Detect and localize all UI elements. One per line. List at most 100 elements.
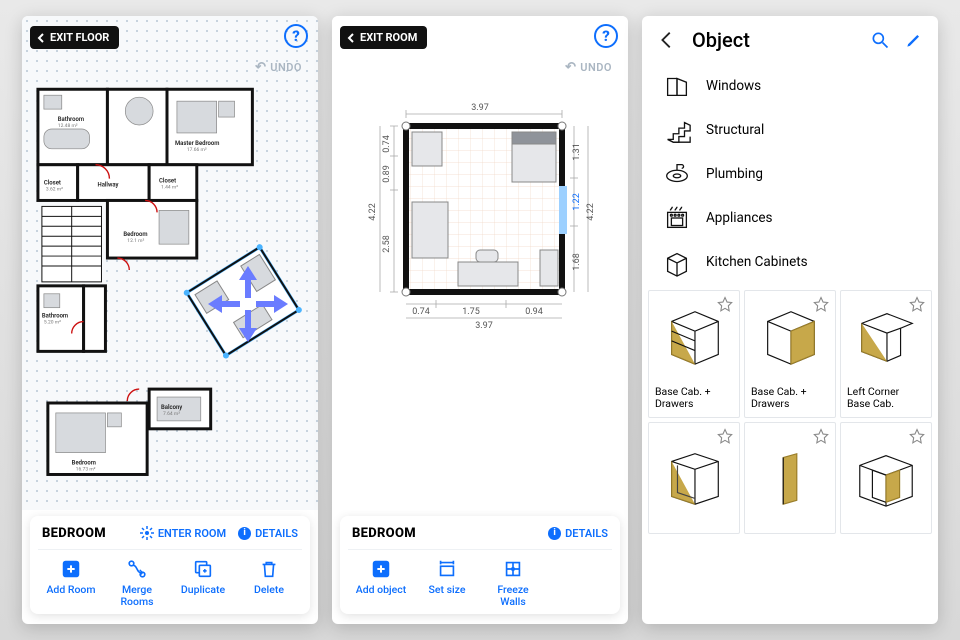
svg-text:12.48 m²: 12.48 m²	[58, 123, 78, 129]
page-title: Object	[692, 28, 856, 52]
undo-button[interactable]: UNDO	[565, 60, 612, 75]
set-size-button[interactable]: Set size	[414, 558, 480, 608]
windows-icon	[662, 71, 692, 101]
favorite-star-icon[interactable]	[811, 295, 831, 315]
screen-floor: EXIT FLOOR ? UNDO	[22, 16, 318, 624]
svg-text:Closet: Closet	[159, 178, 176, 185]
object-item-4[interactable]	[744, 422, 836, 534]
plus-square-icon	[370, 558, 392, 580]
favorite-star-icon[interactable]	[907, 295, 927, 315]
freeze-icon	[502, 558, 524, 580]
exit-room-label: EXIT ROOM	[360, 31, 417, 44]
back-arrow-icon[interactable]	[656, 29, 678, 51]
merge-rooms-button[interactable]: Merge Rooms	[104, 558, 170, 608]
floor-bottom-card: BEDROOM ENTER ROOM i DETAILS Add Room Me…	[30, 516, 310, 614]
svg-text:3.97: 3.97	[471, 103, 489, 113]
svg-text:7.64 m²: 7.64 m²	[163, 411, 180, 417]
favorite-star-icon[interactable]	[715, 295, 735, 315]
object-item-0[interactable]: Base Cab. + Drawers	[648, 290, 740, 418]
details-button[interactable]: i DETAILS	[238, 527, 298, 540]
open-cabinet-icon	[660, 444, 728, 512]
room-canvas[interactable]: EXIT ROOM ? UNDO	[332, 16, 628, 510]
details-button[interactable]: i DETAILS	[548, 527, 608, 540]
svg-text:17.66 m²: 17.66 m²	[187, 147, 207, 153]
object-header: Object	[642, 16, 938, 60]
add-room-button[interactable]: Add Room	[38, 558, 104, 608]
svg-text:3.62 m²: 3.62 m²	[46, 187, 63, 193]
svg-text:0.94: 0.94	[525, 307, 543, 317]
svg-text:Hallway: Hallway	[98, 182, 119, 189]
svg-text:2.58: 2.58	[382, 235, 392, 253]
svg-text:4.22: 4.22	[368, 203, 378, 221]
object-grid-row2	[642, 422, 938, 534]
object-item-3[interactable]	[648, 422, 740, 534]
svg-text:Balcony: Balcony	[161, 404, 182, 411]
svg-text:5.20 m²: 5.20 m²	[44, 320, 61, 326]
svg-text:1.31: 1.31	[572, 143, 582, 161]
svg-text:12.1 m²: 12.1 m²	[127, 238, 144, 244]
resize-icon	[436, 558, 458, 580]
duplicate-button[interactable]: Duplicate	[170, 558, 236, 608]
svg-text:4.22: 4.22	[586, 203, 596, 221]
stairs-icon	[662, 115, 692, 145]
edit-pencil-icon[interactable]	[904, 30, 924, 50]
category-plumbing[interactable]: Plumbing	[642, 152, 938, 196]
favorite-star-icon[interactable]	[907, 427, 927, 447]
svg-text:0.74: 0.74	[382, 135, 392, 153]
trash-icon	[258, 558, 280, 580]
screen-room: EXIT ROOM ? UNDO	[332, 16, 628, 624]
category-windows[interactable]: Windows	[642, 64, 938, 108]
svg-text:0.89: 0.89	[382, 165, 392, 183]
add-object-button[interactable]: Add object	[348, 558, 414, 608]
object-item-2[interactable]: Left Corner Base Cab.	[840, 290, 932, 418]
screen-object-browser: Object Windows Structural Plumbing Appli…	[642, 16, 938, 624]
svg-text:Closet: Closet	[44, 180, 61, 187]
svg-text:1.44 m²: 1.44 m²	[161, 185, 178, 191]
info-icon: i	[548, 527, 561, 540]
svg-text:16.73 m²: 16.73 m²	[76, 467, 96, 473]
corner-open-cabinet-icon	[852, 444, 920, 512]
svg-text:Bedroom: Bedroom	[123, 231, 147, 238]
svg-text:Bathroom: Bathroom	[42, 313, 68, 320]
category-kitchen-cabinets[interactable]: Kitchen Cabinets	[642, 240, 938, 284]
room-title: BEDROOM	[42, 526, 106, 541]
chevron-left-icon	[346, 33, 356, 43]
dragging-room[interactable]	[178, 244, 318, 364]
sink-icon	[662, 159, 692, 189]
svg-text:1.68: 1.68	[572, 253, 582, 271]
cabinet-icon	[662, 247, 692, 277]
svg-text:Bedroom: Bedroom	[72, 460, 96, 467]
room-bottom-card: BEDROOM i DETAILS Add object Set size Fr…	[340, 516, 620, 614]
category-structural[interactable]: Structural	[642, 108, 938, 152]
svg-text:1.75: 1.75	[462, 307, 480, 317]
svg-text:Master Bedroom: Master Bedroom	[175, 140, 219, 147]
room-title: BEDROOM	[352, 526, 416, 541]
enter-room-icon	[140, 526, 154, 540]
freeze-walls-button[interactable]: Freeze Walls	[480, 558, 546, 608]
panel-icon	[756, 444, 824, 512]
merge-icon	[126, 558, 148, 580]
category-list: Windows Structural Plumbing Appliances K…	[642, 60, 938, 290]
info-icon: i	[238, 527, 251, 540]
floor-canvas[interactable]: EXIT FLOOR ? UNDO	[22, 16, 318, 510]
room-diagram[interactable]: 3.97 4.22 0.74 0.89 2.58 4.22 1.31 1.22 …	[362, 90, 598, 390]
svg-text:0.74: 0.74	[412, 307, 430, 317]
favorite-star-icon[interactable]	[715, 427, 735, 447]
svg-text:1.22: 1.22	[572, 193, 582, 211]
object-grid: Base Cab. + Drawers Base Cab. + Drawers …	[642, 290, 938, 418]
help-icon[interactable]: ?	[594, 24, 618, 48]
chevron-left-icon	[36, 33, 46, 43]
enter-room-button[interactable]: ENTER ROOM	[140, 526, 226, 540]
search-icon[interactable]	[870, 30, 890, 50]
delete-button[interactable]: Delete	[236, 558, 302, 608]
plus-square-icon	[60, 558, 82, 580]
svg-text:3.97: 3.97	[475, 321, 493, 331]
category-appliances[interactable]: Appliances	[642, 196, 938, 240]
stove-icon	[662, 203, 692, 233]
object-item-1[interactable]: Base Cab. + Drawers	[744, 290, 836, 418]
favorite-star-icon[interactable]	[811, 427, 831, 447]
exit-room-button[interactable]: EXIT ROOM	[340, 26, 427, 49]
object-item-5[interactable]	[840, 422, 932, 534]
duplicate-icon	[192, 558, 214, 580]
svg-text:Bathroom: Bathroom	[58, 116, 84, 123]
